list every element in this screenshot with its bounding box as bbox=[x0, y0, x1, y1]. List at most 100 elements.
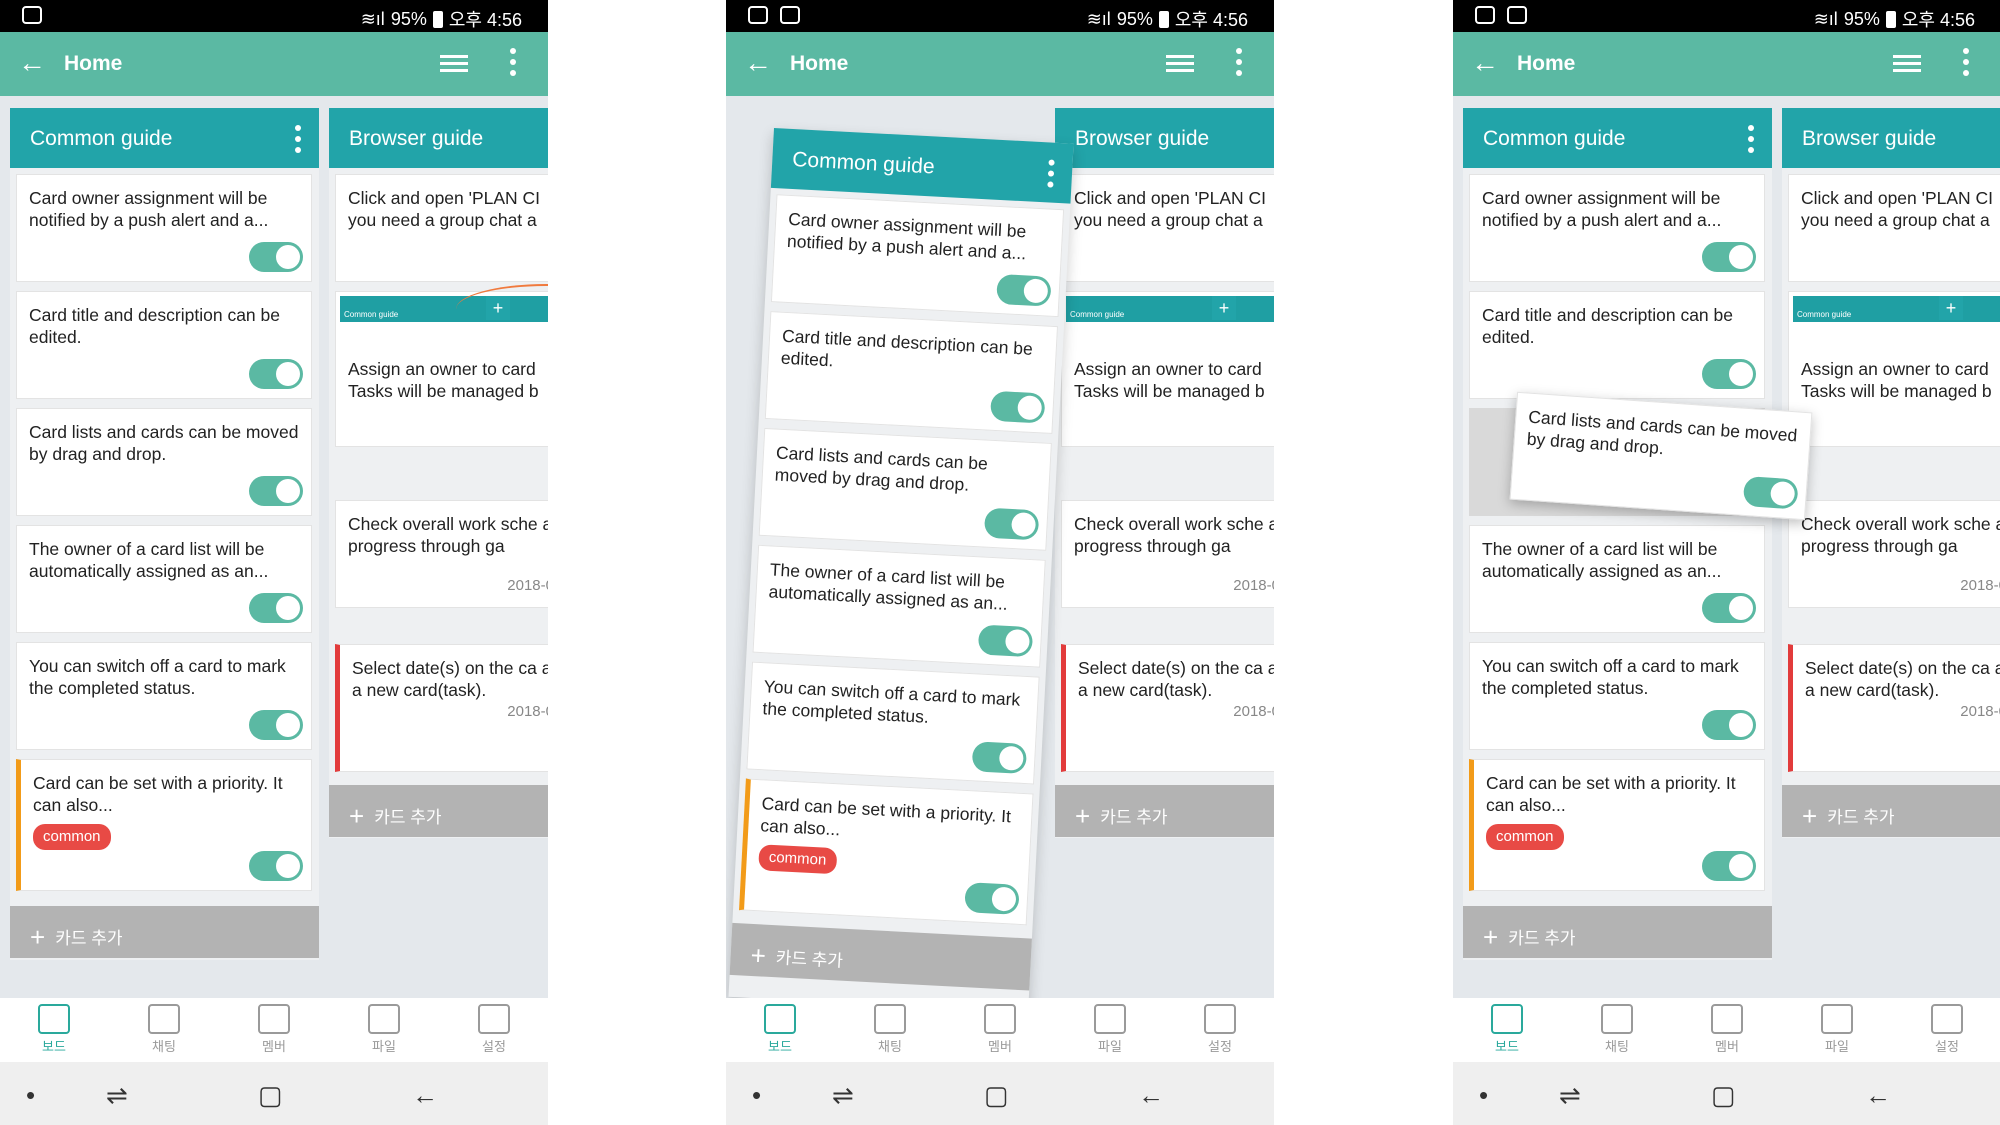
tab-board[interactable]: 보드 bbox=[1472, 1004, 1542, 1055]
add-card-button[interactable]: + 카드 추가 bbox=[329, 785, 548, 837]
system-nav-bar: • ⇌ ▢ ← bbox=[1453, 1062, 2000, 1125]
card[interactable]: Click and open 'PLAN CI you need a group… bbox=[1788, 174, 2000, 282]
card[interactable]: Card title and description can be edited… bbox=[1469, 291, 1765, 399]
complete-toggle[interactable] bbox=[249, 242, 303, 272]
card-priority[interactable]: Card can be set with a priority. It can … bbox=[1469, 759, 1765, 891]
page-title: Home bbox=[1517, 52, 1576, 75]
overflow-menu-icon[interactable] bbox=[1236, 48, 1244, 81]
card[interactable]: Check overall work sche and progress thr… bbox=[1788, 500, 2000, 608]
card-priority[interactable]: Card can be set with a priority. It can … bbox=[739, 778, 1034, 926]
nav-back-icon[interactable]: ← bbox=[412, 1080, 438, 1111]
card[interactable]: The owner of a card list will be automat… bbox=[752, 544, 1046, 668]
complete-toggle[interactable] bbox=[249, 476, 303, 506]
wifi-signal-icon: ≋ıl bbox=[360, 8, 385, 29]
app-status-icon bbox=[22, 6, 42, 24]
back-arrow-icon[interactable]: ← bbox=[1471, 46, 1499, 80]
filter-sliders-icon[interactable] bbox=[1166, 52, 1194, 76]
card-list-common[interactable]: Common guide Card owner assignment will … bbox=[1463, 108, 1772, 960]
list-header[interactable]: Browser guide bbox=[1782, 108, 2000, 168]
card[interactable]: Select date(s) on the ca add a new card(… bbox=[1061, 644, 1274, 772]
tab-chat[interactable]: 채팅 bbox=[1582, 1004, 1652, 1055]
card[interactable]: Card lists and cards can be moved by dra… bbox=[758, 427, 1052, 551]
tab-board[interactable]: 보드 bbox=[745, 1004, 815, 1055]
add-card-button[interactable]: + 카드 추가 bbox=[729, 922, 1032, 991]
list-header[interactable]: Browser guide bbox=[329, 108, 548, 168]
card-list-browser[interactable]: Browser guide Click and open 'PLAN CI yo… bbox=[1055, 108, 1274, 838]
recent-apps-icon[interactable]: ⇌ bbox=[106, 1080, 128, 1111]
filter-sliders-icon[interactable] bbox=[440, 52, 468, 76]
system-nav-bar: • ⇌ ▢ ← bbox=[0, 1062, 548, 1125]
chat-icon bbox=[148, 1004, 180, 1034]
card-with-image[interactable]: Common guide + Assign an owner to card Tas… bbox=[335, 284, 548, 447]
battery-icon bbox=[432, 10, 443, 28]
tab-files[interactable]: 파일 bbox=[349, 1004, 419, 1055]
overflow-menu-icon[interactable] bbox=[1963, 48, 1971, 81]
complete-toggle[interactable] bbox=[249, 359, 303, 389]
card-priority[interactable]: Card can be set with a priority. It can … bbox=[16, 759, 312, 891]
card[interactable]: Card owner assignment will be notified b… bbox=[770, 194, 1065, 318]
card[interactable]: Click and open 'PLAN CI you need a group… bbox=[335, 174, 548, 282]
add-card-button[interactable]: + 카드 추가 bbox=[1055, 785, 1274, 837]
card[interactable]: Card lists and cards can be moved by dra… bbox=[16, 408, 312, 516]
image-icon bbox=[780, 6, 800, 24]
list-header[interactable]: Browser guide bbox=[1055, 108, 1274, 168]
list-header[interactable]: Common guide bbox=[10, 108, 319, 168]
card[interactable]: Check overall work sche and progress thr… bbox=[335, 500, 548, 608]
card[interactable]: Card title and description can be edited… bbox=[16, 291, 312, 399]
complete-toggle[interactable] bbox=[249, 851, 303, 881]
board-icon bbox=[38, 1004, 70, 1034]
overflow-menu-icon[interactable] bbox=[510, 48, 518, 81]
card-list-common[interactable]: Common guide Card owner assignment will … bbox=[10, 108, 319, 960]
list-header[interactable]: Common guide bbox=[1463, 108, 1772, 168]
card[interactable]: Card title and description can be edited… bbox=[764, 311, 1059, 434]
tab-members[interactable]: 멤버 bbox=[239, 1004, 309, 1055]
card[interactable]: Click and open 'PLAN CI you need a group… bbox=[1061, 174, 1274, 282]
tab-members[interactable]: 멤버 bbox=[1692, 1004, 1762, 1055]
add-card-button[interactable]: + 카드 추가 bbox=[10, 906, 319, 958]
card-list-browser[interactable]: Browser guide Click and open 'PLAN CI yo… bbox=[1782, 108, 2000, 838]
tab-settings[interactable]: 설정 bbox=[1912, 1004, 1982, 1055]
board[interactable]: Common guide Card owner assignment will … bbox=[0, 96, 548, 998]
app-bar: ← Home bbox=[726, 32, 1274, 96]
tab-settings[interactable]: 설정 bbox=[1185, 1004, 1255, 1055]
tab-chat[interactable]: 채팅 bbox=[855, 1004, 925, 1055]
add-card-button[interactable]: + 카드 추가 bbox=[1463, 906, 1772, 958]
back-arrow-icon[interactable]: ← bbox=[18, 46, 46, 80]
card-with-image[interactable]: Common guide + Assign an owner to card Tas… bbox=[1788, 291, 2000, 447]
tab-files[interactable]: 파일 bbox=[1075, 1004, 1145, 1055]
complete-toggle[interactable] bbox=[249, 593, 303, 623]
dragged-card[interactable]: Card lists and cards can be moved by dra… bbox=[1509, 391, 1813, 521]
tab-board[interactable]: 보드 bbox=[19, 1004, 89, 1055]
card[interactable]: Check overall work sche and progress thr… bbox=[1061, 500, 1274, 608]
back-arrow-icon[interactable]: ← bbox=[744, 46, 772, 80]
card-list-browser[interactable]: Browser guide Click and open 'PLAN CI yo… bbox=[329, 108, 548, 838]
dragged-card-list[interactable]: Common guide Card owner assignment will … bbox=[728, 128, 1074, 1013]
card[interactable]: You can switch off a card to mark the co… bbox=[746, 661, 1040, 785]
bottom-tab-bar: 보드 채팅 멤버 파일 설정 bbox=[0, 998, 548, 1062]
list-menu-icon[interactable] bbox=[295, 125, 301, 158]
tab-settings[interactable]: 설정 bbox=[459, 1004, 529, 1055]
card[interactable]: You can switch off a card to mark the co… bbox=[1469, 642, 1765, 750]
phone-screen-1: ≋ıl 95% 오후 4:56 ← Home Common guide Card o… bbox=[0, 0, 548, 1125]
list-menu-icon[interactable] bbox=[1047, 159, 1055, 192]
card-with-image[interactable]: Common guide + Assign an owner to card Tas… bbox=[1061, 291, 1274, 447]
board[interactable]: Common guide Card owner assignment will … bbox=[1453, 96, 2000, 998]
complete-toggle[interactable] bbox=[249, 710, 303, 740]
tab-files[interactable]: 파일 bbox=[1802, 1004, 1872, 1055]
card[interactable]: The owner of a card list will be automat… bbox=[16, 525, 312, 633]
tab-chat[interactable]: 채팅 bbox=[129, 1004, 199, 1055]
card[interactable]: Card owner assignment will be notified b… bbox=[16, 174, 312, 282]
clock: 오후 4:56 bbox=[448, 10, 522, 30]
card[interactable]: Select date(s) on the ca add a new card(… bbox=[1788, 644, 2000, 772]
card[interactable]: The owner of a card list will be automat… bbox=[1469, 525, 1765, 633]
filter-sliders-icon[interactable] bbox=[1893, 52, 1921, 76]
home-icon[interactable]: ▢ bbox=[258, 1080, 283, 1111]
members-icon bbox=[258, 1004, 290, 1034]
nav-dot-icon[interactable]: • bbox=[26, 1080, 35, 1111]
page-title: Home bbox=[790, 52, 849, 75]
add-card-button[interactable]: + 카드 추가 bbox=[1782, 785, 2000, 837]
card[interactable]: Select date(s) on the ca add a new card(… bbox=[335, 644, 548, 772]
card[interactable]: Card owner assignment will be notified b… bbox=[1469, 174, 1765, 282]
tab-members[interactable]: 멤버 bbox=[965, 1004, 1035, 1055]
card[interactable]: You can switch off a card to mark the co… bbox=[16, 642, 312, 750]
